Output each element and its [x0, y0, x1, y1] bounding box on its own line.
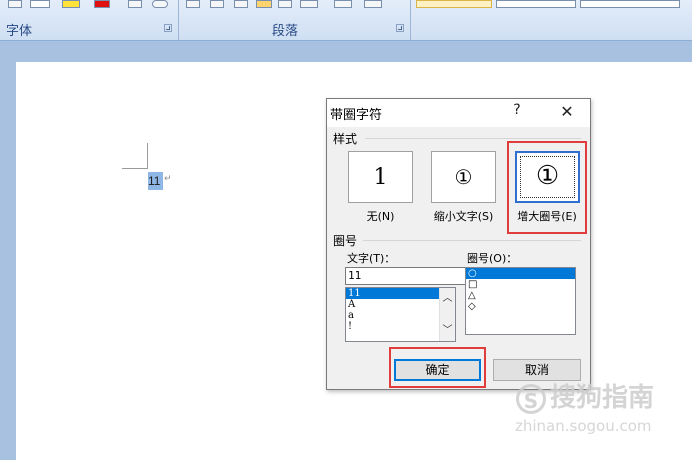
- ribbon: 字体 段落: [0, 0, 692, 41]
- list-item[interactable]: ◇: [466, 301, 575, 312]
- list-item[interactable]: △: [466, 290, 575, 301]
- align-right-icon[interactable]: [234, 0, 248, 8]
- enclose-characters-dialog: 带圈字符 ? ✕: [326, 98, 591, 390]
- style-none-caption: 无(N): [366, 210, 395, 223]
- style-enlarge-symbol-caption: 增大圈号(E): [517, 210, 577, 223]
- watermark: S 搜狗指南: [516, 377, 654, 414]
- sogou-logo-icon: S: [516, 383, 546, 414]
- watermark-url: zhinan.sogou.com: [515, 417, 652, 435]
- dialog-titlebar[interactable]: 带圈字符 ? ✕: [327, 99, 590, 127]
- justify-icon[interactable]: [256, 0, 272, 8]
- scroll-up-icon[interactable]: ︿: [440, 292, 455, 306]
- style-gallery-item[interactable]: [496, 0, 576, 8]
- list-item[interactable]: □: [466, 279, 575, 290]
- list-item[interactable]: ○: [466, 268, 575, 279]
- style-section-label: 样式: [333, 130, 361, 147]
- text-field-label: 文字(T)：: [347, 252, 396, 265]
- section-divider: [363, 240, 581, 241]
- text-input[interactable]: 11: [345, 267, 482, 285]
- style-shrink-text-caption: 缩小文字(S): [433, 210, 494, 223]
- help-button[interactable]: ?: [509, 102, 525, 122]
- paragraph-dialog-launcher-icon[interactable]: [396, 24, 404, 32]
- text-list-scrollbar[interactable]: ︿ ﹀: [439, 288, 455, 341]
- style-none-option[interactable]: 1: [348, 151, 413, 203]
- paragraph-mark: ↵: [164, 174, 172, 184]
- close-icon[interactable]: ✕: [557, 102, 577, 122]
- dialog-title: 带圈字符: [330, 108, 383, 123]
- enclose-char-icon[interactable]: [152, 0, 168, 8]
- list-item[interactable]: 11: [346, 288, 439, 299]
- highlight-color-icon[interactable]: [62, 0, 80, 8]
- symbol-field-label: 圈号(O)：: [467, 252, 518, 265]
- group-separator: [410, 0, 411, 40]
- format-painter-icon[interactable]: [8, 0, 22, 8]
- font-group-label: 字体: [6, 24, 33, 39]
- distributed-icon[interactable]: [278, 0, 292, 8]
- style-gallery-item[interactable]: [580, 0, 680, 8]
- symbol-listbox[interactable]: ○ □ △ ◇: [465, 267, 576, 335]
- margin-crop-mark: [122, 168, 148, 169]
- scroll-down-icon[interactable]: ﹀: [440, 324, 455, 338]
- ok-button[interactable]: 确定: [394, 359, 481, 381]
- group-separator: [178, 0, 179, 40]
- style-enlarge-glyph: ①: [535, 161, 560, 191]
- selected-text[interactable]: 11: [148, 172, 163, 190]
- align-center-icon[interactable]: [210, 0, 224, 8]
- font-dialog-launcher-icon[interactable]: [164, 24, 172, 32]
- align-left-icon[interactable]: [186, 0, 200, 8]
- section-divider: [365, 138, 581, 139]
- line-spacing-icon[interactable]: [300, 0, 318, 8]
- ribbon-tool-row: [0, 0, 692, 10]
- border-icon[interactable]: [364, 0, 382, 8]
- paragraph-group-label: 段落: [272, 24, 299, 39]
- enclosure-section-label: 圈号: [333, 232, 361, 249]
- font-color-icon[interactable]: [94, 0, 110, 8]
- font-size-icon[interactable]: [30, 0, 50, 8]
- style-gallery-item[interactable]: [416, 0, 492, 8]
- style-shrink-text-option[interactable]: ①: [431, 151, 496, 203]
- watermark-brand: 搜狗指南: [550, 383, 655, 413]
- style-shrink-glyph: ①: [454, 165, 473, 189]
- margin-crop-mark: [147, 143, 148, 168]
- style-enlarge-symbol-option[interactable]: ①: [515, 151, 580, 203]
- char-shading-icon[interactable]: [128, 0, 142, 8]
- style-none-glyph: 1: [373, 165, 388, 190]
- text-listbox[interactable]: 11 A a ! ︿ ﹀: [345, 287, 456, 342]
- shading-icon[interactable]: [334, 0, 352, 8]
